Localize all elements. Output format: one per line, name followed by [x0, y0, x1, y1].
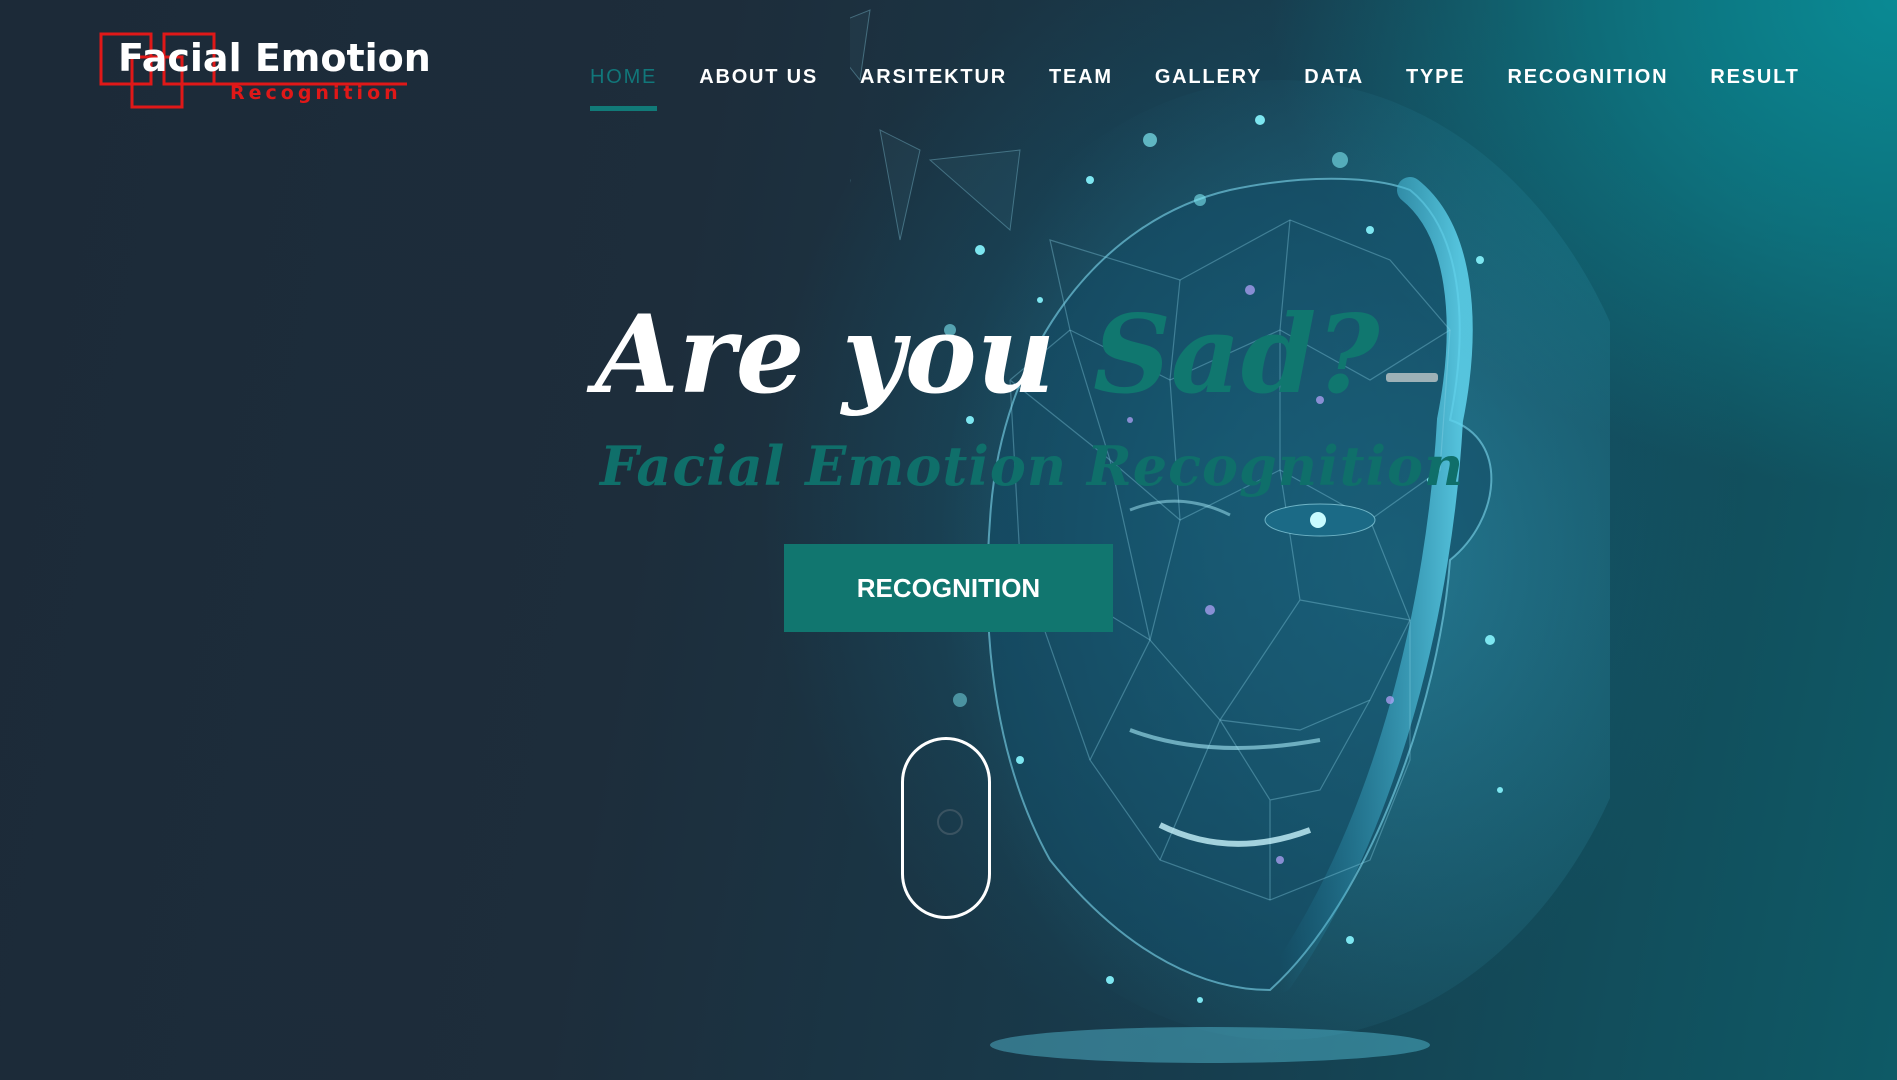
brand-logo[interactable]: Facial Emotion Recognition	[98, 30, 431, 110]
scroll-wheel-dot	[937, 809, 963, 835]
wireframe-face-illustration	[850, 9, 1610, 1063]
nav-item-arsitektur[interactable]: ARSITEKTUR	[860, 66, 1007, 111]
brand-title: Facial Emotion	[118, 36, 431, 80]
nav-item-about-us[interactable]: ABOUT US	[699, 66, 818, 111]
mouse-scroll-icon[interactable]	[901, 737, 991, 919]
headline-prefix: Are you	[595, 292, 1056, 418]
recognition-button[interactable]: RECOGNITION	[784, 544, 1113, 632]
typing-cursor	[1385, 373, 1438, 383]
nav-item-gallery[interactable]: GALLERY	[1155, 66, 1262, 111]
nav-item-result[interactable]: RESULT	[1710, 66, 1799, 111]
brand-subtitle: Recognition	[230, 82, 402, 104]
nav-item-recognition[interactable]: RECOGNITION	[1507, 66, 1668, 111]
nav-item-team[interactable]: TEAM	[1049, 66, 1113, 111]
nav-item-home[interactable]: HOME	[590, 66, 658, 111]
headline-emotion: Sad?	[1092, 292, 1380, 418]
main-nav: HOME ABOUT US ARSITEKTUR TEAM GALLERY DA…	[590, 66, 1842, 111]
nav-item-type[interactable]: TYPE	[1406, 66, 1465, 111]
hero-subheadline: Facial Emotion Recognition	[600, 434, 1465, 498]
hero-headline: Are you Sad?	[595, 292, 1438, 418]
nav-item-data[interactable]: DATA	[1304, 66, 1364, 111]
